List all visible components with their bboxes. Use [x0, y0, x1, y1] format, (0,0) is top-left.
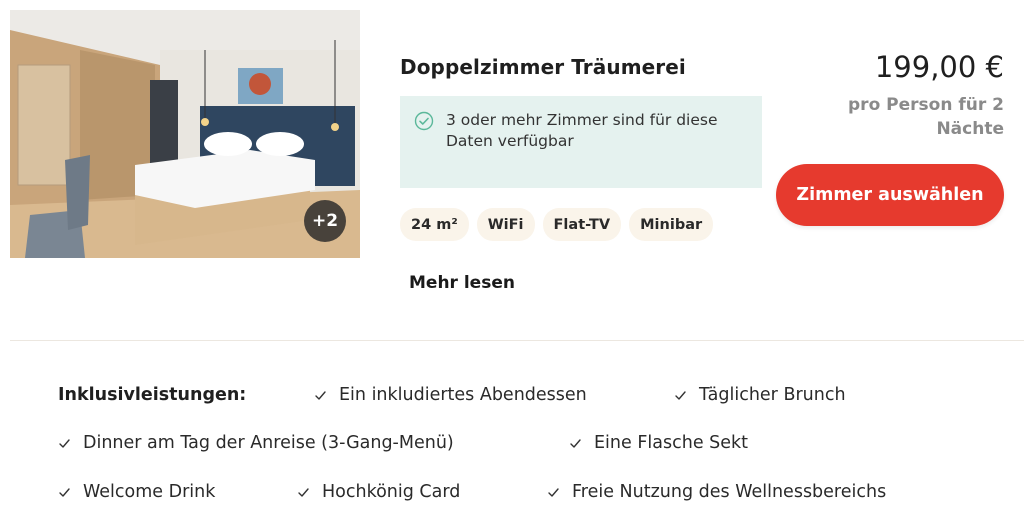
inclusion-label: Dinner am Tag der Anreise (3-Gang-Menü) — [83, 433, 454, 453]
check-icon — [675, 390, 686, 400]
inclusion-item: Dinner am Tag der Anreise (3-Gang-Menü) — [58, 433, 454, 453]
price-note: pro Person für 2 Nächte — [848, 95, 1004, 139]
room-title: Doppelzimmer Träumerei — [400, 55, 686, 79]
feature-tags: 24 m² WiFi Flat-TV Minibar — [400, 208, 714, 241]
inclusion-label: Welcome Drink — [83, 482, 216, 502]
inclusion-label: Freie Nutzung des Wellnessbereichs — [572, 482, 887, 502]
check-icon — [315, 390, 326, 400]
feature-tag-tv: Flat-TV — [542, 208, 622, 241]
inclusion-label: Hochkönig Card — [322, 482, 461, 502]
check-icon — [570, 438, 581, 448]
feature-tag-size: 24 m² — [400, 208, 469, 241]
check-icon — [548, 487, 559, 497]
check-icon — [59, 438, 70, 448]
check-circle-icon — [414, 111, 434, 131]
check-icon — [59, 487, 70, 497]
room-price: 199,00 € — [874, 50, 1004, 84]
inclusion-item: Welcome Drink — [58, 482, 215, 502]
feature-tag-minibar: Minibar — [629, 208, 714, 241]
inclusion-label: Eine Flasche Sekt — [594, 433, 749, 453]
room-card: +2 Doppelzimmer Träumerei 3 oder mehr Zi… — [0, 0, 1024, 519]
availability-banner: 3 oder mehr Zimmer sind für diese Daten … — [400, 96, 762, 188]
section-divider — [10, 340, 1024, 341]
check-icon — [298, 487, 309, 497]
more-photos-button[interactable]: +2 — [304, 200, 346, 242]
inclusion-label: Ein inkludiertes Abendessen — [339, 385, 587, 405]
inclusions-heading: Inklusivleistungen: — [58, 385, 247, 405]
feature-tag-wifi: WiFi — [476, 208, 535, 241]
inclusion-label: Täglicher Brunch — [699, 385, 846, 405]
read-more-link[interactable]: Mehr lesen — [409, 273, 515, 293]
room-photo[interactable]: +2 — [10, 10, 360, 258]
inclusion-item: Hochkönig Card — [297, 482, 460, 502]
inclusion-item: Täglicher Brunch — [674, 385, 846, 405]
inclusion-item: Freie Nutzung des Wellnessbereichs — [547, 482, 886, 502]
select-room-button[interactable]: Zimmer auswählen — [776, 164, 1004, 226]
more-photos-count: +2 — [311, 211, 339, 231]
availability-text: 3 oder mehr Zimmer sind für diese Daten … — [446, 111, 718, 150]
inclusion-item: Ein inkludiertes Abendessen — [314, 385, 587, 405]
inclusion-item: Eine Flasche Sekt — [569, 433, 748, 453]
